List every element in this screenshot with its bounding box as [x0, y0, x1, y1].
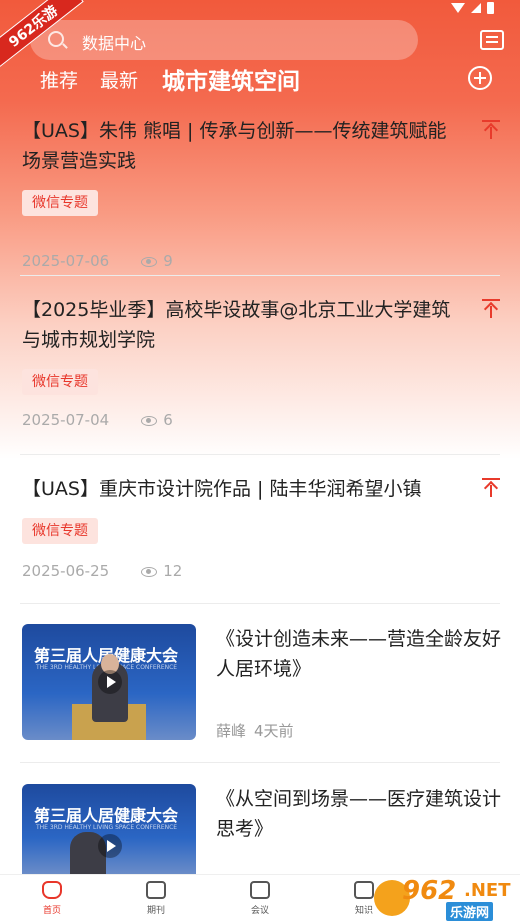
thumbnail-caption: 第三届人居健康大会: [34, 806, 179, 825]
article-views: 12: [163, 562, 183, 580]
nav-conference[interactable]: 会议: [230, 881, 290, 916]
add-channel-icon[interactable]: [468, 66, 492, 90]
home-icon: [42, 881, 62, 899]
nav-label: 首页: [42, 906, 61, 916]
video-thumbnail[interactable]: 第三届人居健康大会 THE 3RD HEALTHY LIVING SPACE C…: [22, 784, 196, 874]
article-date: 2025-06-25: [22, 562, 110, 580]
search-input[interactable]: 数据中心: [30, 20, 418, 60]
eye-icon: [141, 566, 158, 577]
search-icon: [48, 31, 64, 47]
article-views: 9: [163, 252, 173, 270]
video-title: 《设计创造未来——营造全龄友好人居环境》: [216, 628, 502, 680]
book-icon: [146, 881, 166, 899]
nav-label: 期刊: [146, 906, 165, 916]
search-row: 数据中心: [0, 18, 520, 62]
article-tag: 微信专题: [22, 369, 98, 395]
article-date: 2025-07-04: [22, 411, 110, 429]
nav-journal[interactable]: 期刊: [126, 881, 186, 916]
eye-icon: [141, 256, 158, 267]
play-icon[interactable]: [98, 670, 122, 694]
pin-top-icon[interactable]: [482, 478, 500, 498]
article-title: 【UAS】朱伟 熊唱 | 传承与创新——传统建筑赋能场景营造实践: [22, 120, 447, 172]
article-tag: 微信专题: [22, 190, 98, 216]
divider: [20, 454, 500, 455]
graduation-cap-icon: [354, 881, 374, 899]
divider: [20, 603, 500, 604]
brand-net: .NET: [464, 880, 511, 901]
thumbnail-subtitle: THE 3RD HEALTHY LIVING SPACE CONFERENCE: [36, 824, 178, 831]
pin-top-icon[interactable]: [482, 120, 500, 140]
video-meta: 薛峰 4天前: [216, 720, 294, 741]
article-views: 6: [163, 411, 173, 429]
brand-watermark: 962 .NET 乐游网: [374, 874, 514, 921]
video-time: 4天前: [254, 722, 294, 740]
article-meta: 2025-07-04 6: [22, 411, 173, 429]
battery-icon: [487, 2, 494, 14]
brand-name: 乐游网: [446, 902, 494, 921]
tab-latest[interactable]: 最新: [100, 66, 138, 93]
article-meta: 2025-07-06 9: [22, 252, 173, 270]
tab-recommend[interactable]: 推荐: [40, 66, 78, 93]
play-icon[interactable]: [98, 834, 122, 858]
pin-top-icon[interactable]: [482, 299, 500, 319]
article-tag: 微信专题: [22, 518, 98, 544]
divider: [20, 762, 500, 763]
video-author: 薛峰: [216, 722, 247, 740]
eye-icon: [141, 415, 158, 426]
video-title: 《从空间到场景——医疗建筑设计思考》: [216, 788, 502, 840]
nav-home[interactable]: 首页: [22, 881, 82, 916]
article-title: 【UAS】重庆市设计院作品 | 陆丰华润希望小镇: [22, 478, 422, 500]
signal-icon: [471, 3, 481, 13]
wifi-icon: [451, 3, 465, 13]
presentation-icon: [250, 881, 270, 899]
article-date: 2025-07-06: [22, 252, 110, 270]
video-thumbnail[interactable]: 第三届人居健康大会 THE 3RD HEALTHY LIVING SPACE C…: [22, 624, 196, 740]
message-icon[interactable]: [480, 30, 504, 50]
channel-tabs: 推荐 最新 城市建筑空间: [0, 62, 520, 98]
divider: [20, 275, 500, 276]
article-meta: 2025-06-25 12: [22, 562, 182, 580]
article-title: 【2025毕业季】高校毕设故事@北京工业大学建筑与城市规划学院: [22, 299, 451, 351]
nav-label: 会议: [250, 906, 269, 916]
search-placeholder: 数据中心: [82, 34, 147, 53]
tab-urban-architecture[interactable]: 城市建筑空间: [162, 62, 300, 96]
